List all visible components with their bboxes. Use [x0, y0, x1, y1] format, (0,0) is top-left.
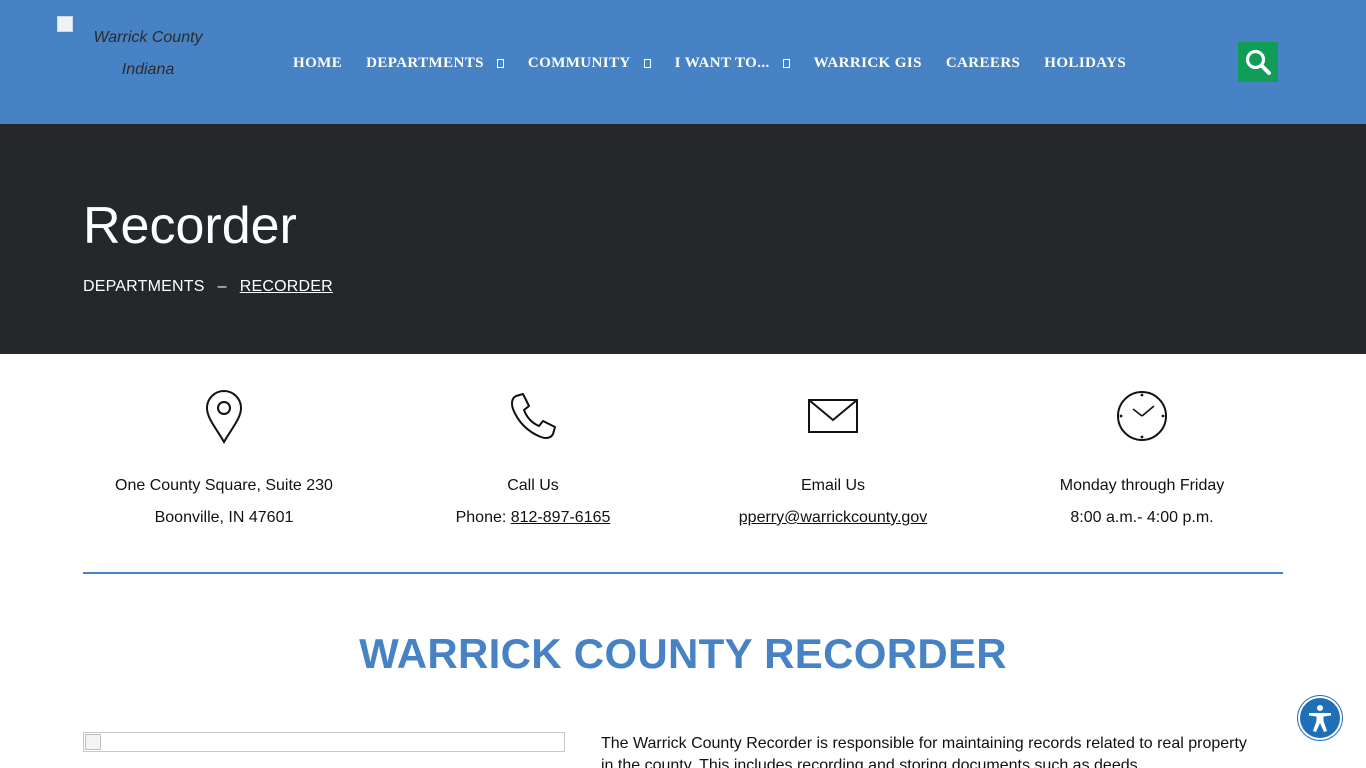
nav-item-label: HOLIDAYS	[1044, 54, 1127, 71]
nav-item-label: DEPARTMENTS	[366, 54, 484, 71]
dropdown-caret-icon	[643, 59, 651, 68]
dropdown-caret-icon	[496, 59, 504, 68]
envelope-icon	[808, 399, 858, 433]
info-phone: Call Us Phone: 812-897-6165	[383, 386, 683, 534]
site-logo[interactable]: Warrick County Indiana	[57, 16, 237, 80]
nav-item-label: HOME	[293, 54, 343, 71]
logo-alt-line1: Warrick County	[93, 29, 203, 46]
section-divider	[83, 572, 1283, 574]
phone-icon	[511, 393, 556, 439]
email-heading: Email Us	[800, 477, 865, 494]
accessibility-icon	[1309, 705, 1331, 732]
address-line1: One County Square, Suite 230	[115, 477, 333, 494]
phone-prefix: Phone:	[455, 509, 511, 526]
phone-heading: Call Us	[507, 477, 559, 494]
breadcrumb-current[interactable]: RECORDER	[240, 278, 333, 296]
breadcrumb-parent[interactable]: DEPARTMENTS	[83, 278, 205, 296]
phone-link[interactable]: 812-897-6165	[511, 509, 611, 526]
nav-item-departments[interactable]: DEPARTMENTS	[366, 55, 504, 72]
recorder-image	[83, 732, 565, 752]
search-button[interactable]	[1238, 42, 1278, 82]
email-line: pperry@warrickcounty.gov	[683, 502, 983, 534]
clock-icon	[1117, 391, 1167, 441]
accessibility-button[interactable]	[1300, 698, 1340, 738]
nav-item-label: WARRICK GIS	[813, 54, 922, 71]
info-address: One County Square, Suite 230 Boonville, …	[74, 386, 374, 534]
main-nav: HOME DEPARTMENTS COMMUNITY I WANT TO... …	[293, 50, 1150, 76]
page-title: Recorder	[83, 197, 297, 255]
search-icon	[1245, 49, 1271, 75]
nav-item-home[interactable]: HOME	[293, 55, 342, 72]
map-pin-icon	[205, 390, 243, 444]
section-title: WARRICK COUNTY RECORDER	[359, 630, 1007, 677]
nav-item-community[interactable]: COMMUNITY	[528, 55, 651, 72]
broken-image-icon	[85, 734, 101, 750]
nav-item-label: COMMUNITY	[527, 54, 631, 71]
site-header: Warrick County Indiana HOME DEPARTMENTS …	[0, 0, 1366, 124]
logo-alt-text: Warrick County Indiana	[57, 22, 239, 86]
hours-days: Monday through Friday	[1059, 477, 1225, 494]
page-hero: Recorder DEPARTMENTS – RECORDER	[0, 124, 1366, 354]
intro-paragraph: The Warrick County Recorder is responsib…	[601, 735, 1247, 768]
breadcrumb-separator: –	[217, 278, 227, 295]
phone-line: Phone: 812-897-6165	[383, 502, 683, 534]
nav-item-holidays[interactable]: HOLIDAYS	[1044, 55, 1126, 72]
nav-item-label: CAREERS	[945, 54, 1021, 71]
email-link[interactable]: pperry@warrickcounty.gov	[739, 509, 927, 526]
nav-item-label: I WANT TO...	[674, 54, 770, 71]
nav-item-i-want-to[interactable]: I WANT TO...	[675, 55, 790, 72]
hours-time: 8:00 a.m.- 4:00 p.m.	[1070, 509, 1214, 526]
info-hours: Monday through Friday 8:00 a.m.- 4:00 p.…	[992, 386, 1292, 534]
address-line2: Boonville, IN 47601	[154, 509, 294, 526]
nav-item-careers[interactable]: CAREERS	[946, 55, 1020, 72]
nav-item-warrick-gis[interactable]: WARRICK GIS	[814, 55, 922, 72]
breadcrumb: DEPARTMENTS – RECORDER	[83, 278, 333, 296]
dropdown-caret-icon	[782, 59, 790, 68]
info-email: Email Us pperry@warrickcounty.gov	[683, 386, 983, 534]
logo-alt-line2: Indiana	[121, 61, 175, 78]
